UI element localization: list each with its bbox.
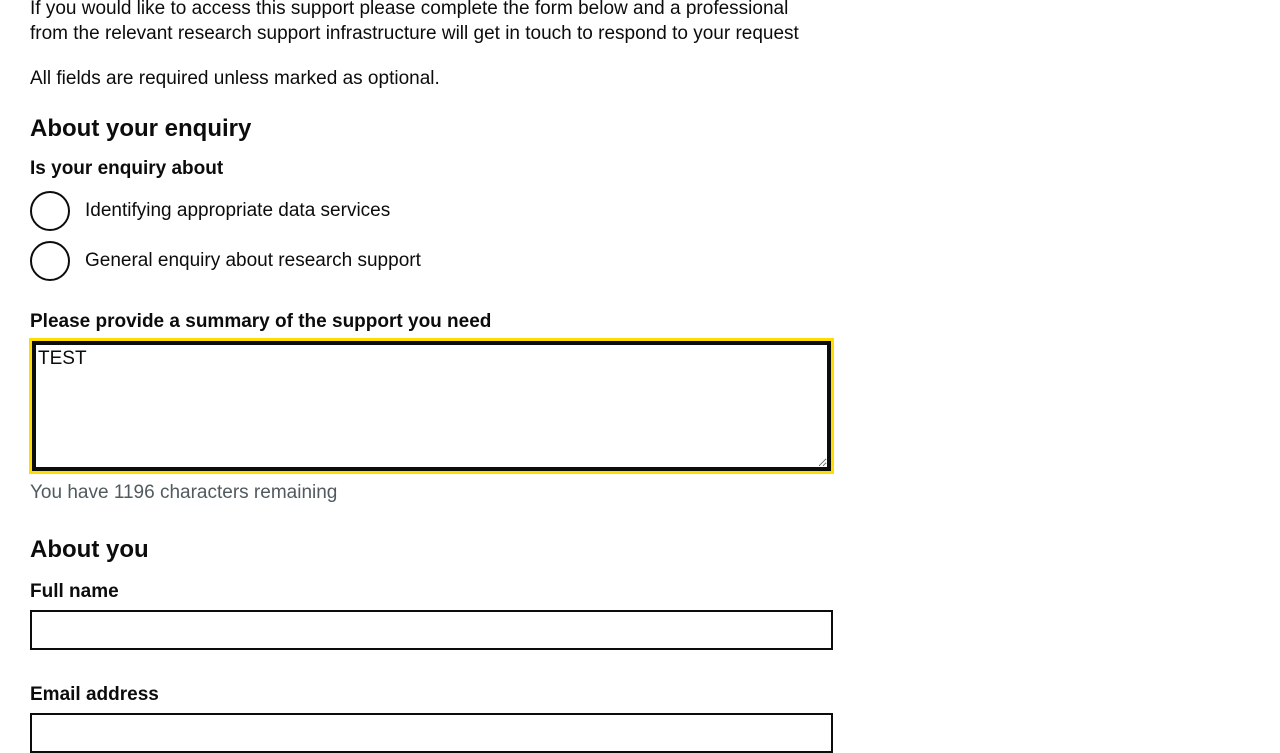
radio-option-general-enquiry[interactable]: General enquiry about research support [30, 241, 833, 281]
intro-line-1: If you would like to access this support… [30, 0, 789, 19]
about-enquiry-heading: About your enquiry [30, 115, 252, 142]
character-counter: You have 1196 characters remaining [30, 482, 338, 503]
enquiry-type-legend: Is your enquiry about [30, 158, 224, 179]
full-name-input[interactable] [30, 610, 833, 650]
radio-label[interactable]: General enquiry about research support [85, 250, 421, 272]
email-label: Email address [30, 684, 159, 705]
contact-form-page: If you would like to access this support… [29, 0, 834, 753]
email-input[interactable] [30, 713, 833, 753]
radio-button[interactable] [30, 191, 70, 231]
summary-label: Please provide a summary of the support … [30, 311, 492, 332]
summary-textarea[interactable]: TEST [32, 341, 831, 471]
radio-label[interactable]: Identifying appropriate data services [85, 200, 390, 222]
intro-line-2: from the relevant research support infra… [30, 23, 799, 44]
intro-text: If you would like to access this support… [30, 0, 833, 46]
full-name-label: Full name [30, 581, 119, 602]
radio-option-data-services[interactable]: Identifying appropriate data services [30, 191, 833, 231]
radio-button[interactable] [30, 241, 70, 281]
required-fields-note: All fields are required unless marked as… [30, 68, 440, 89]
about-you-heading: About you [30, 536, 149, 563]
summary-focus-ring: TEST [29, 338, 834, 474]
